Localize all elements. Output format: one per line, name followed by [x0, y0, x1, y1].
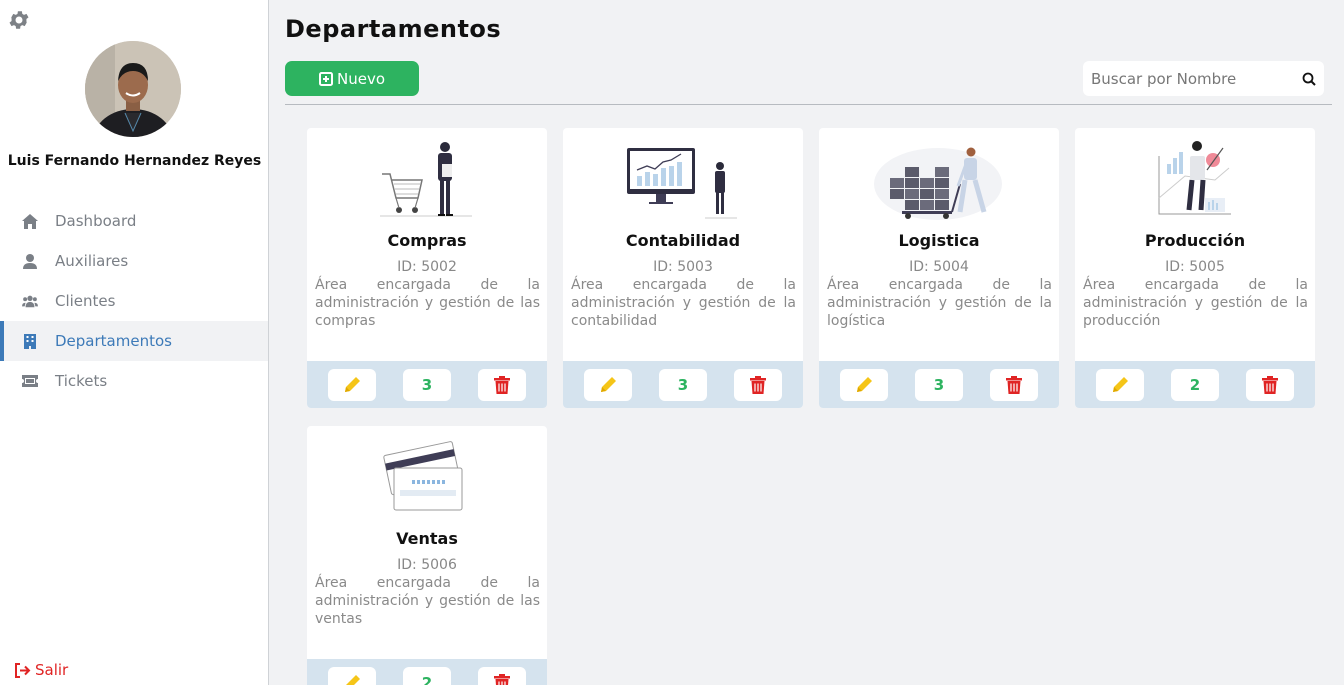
sidebar-item-clientes[interactable]: Clientes — [0, 281, 268, 321]
department-description: Área encargada de la administración y ge… — [315, 575, 540, 627]
department-id: ID: 5002 — [397, 259, 457, 275]
department-id: ID: 5005 — [1165, 259, 1225, 275]
sidebar-item-label: Clientes — [55, 292, 116, 310]
delete-button[interactable] — [733, 368, 782, 401]
search-box — [1083, 61, 1324, 96]
logout-button[interactable]: Salir — [14, 661, 68, 679]
new-department-button[interactable]: Nuevo — [285, 61, 419, 96]
pencil-icon — [857, 376, 873, 392]
auxiliary-count: 3 — [933, 375, 945, 394]
sidebar-item-departamentos[interactable]: Departamentos — [0, 321, 268, 361]
edit-button[interactable] — [328, 368, 377, 401]
auxiliary-count: 2 — [1189, 375, 1201, 394]
card-actions: 3 — [819, 361, 1059, 408]
sidebar-nav: Dashboard Auxiliares Clientes Departamen… — [0, 201, 268, 401]
search-input[interactable] — [1091, 69, 1302, 88]
department-card: Compras ID: 5002 Área encargada de la ad… — [307, 128, 547, 408]
edit-button[interactable] — [840, 368, 889, 401]
search-icon[interactable] — [1302, 72, 1316, 86]
card-actions: 2 — [1075, 361, 1315, 408]
new-button-label: Nuevo — [336, 69, 385, 88]
pencil-icon — [345, 376, 361, 392]
plus-square-icon — [318, 71, 333, 86]
edit-button[interactable] — [1096, 368, 1145, 401]
user-name: Luis Fernando Hernandez Reyes — [7, 153, 262, 169]
edit-button[interactable] — [328, 666, 377, 685]
users-icon — [22, 293, 38, 309]
department-id: ID: 5003 — [653, 259, 713, 275]
count-badge[interactable]: 3 — [658, 368, 707, 401]
count-badge[interactable]: 2 — [1170, 368, 1219, 401]
pencil-icon — [601, 376, 617, 392]
count-badge[interactable]: 3 — [914, 368, 963, 401]
department-title: Producción — [1144, 231, 1246, 250]
delete-button[interactable] — [1245, 368, 1294, 401]
department-card: Ventas ID: 5006 Área encargada de la adm… — [307, 426, 547, 685]
main-content: Departamentos Nuevo Compras — [269, 0, 1344, 685]
gear-icon[interactable] — [7, 8, 31, 32]
sidebar-item-label: Departamentos — [55, 332, 172, 350]
auxiliary-count: 2 — [421, 673, 433, 685]
auxiliary-count: 3 — [421, 375, 433, 394]
delete-button[interactable] — [989, 368, 1038, 401]
ticket-icon — [22, 373, 38, 389]
delete-button[interactable] — [477, 666, 526, 685]
department-description: Área encargada de la administración y ge… — [571, 277, 796, 329]
sidebar-item-label: Tickets — [55, 372, 108, 390]
pencil-icon — [346, 674, 361, 685]
analytics-illustration — [563, 136, 803, 220]
logistics-illustration — [819, 136, 1059, 220]
sidebar-item-dashboard[interactable]: Dashboard — [0, 201, 268, 241]
production-illustration — [1075, 136, 1315, 220]
sign-out-icon — [15, 662, 31, 678]
department-card: Contabilidad ID: 5003 Área encargada de … — [563, 128, 803, 408]
delete-button[interactable] — [477, 368, 526, 401]
logout-label: Salir — [35, 661, 69, 679]
department-description: Área encargada de la administración y ge… — [1083, 277, 1308, 329]
department-title: Ventas — [396, 529, 458, 548]
building-icon — [22, 333, 38, 349]
sidebar-item-label: Auxiliares — [55, 252, 129, 270]
sidebar-item-auxiliares[interactable]: Auxiliares — [0, 241, 268, 281]
credit-card-illustration — [307, 434, 547, 518]
card-actions: 3 — [563, 361, 803, 408]
sidebar-item-tickets[interactable]: Tickets — [0, 361, 268, 401]
home-icon — [22, 213, 38, 229]
trash-icon — [493, 673, 510, 685]
department-card: Producción ID: 5005 Área encargada de la… — [1075, 128, 1315, 408]
user-icon — [22, 253, 38, 269]
department-id: ID: 5006 — [397, 557, 457, 573]
sidebar: Luis Fernando Hernandez Reyes Dashboard … — [0, 0, 269, 685]
department-description: Área encargada de la administración y ge… — [827, 277, 1052, 329]
trash-icon — [493, 375, 510, 394]
department-card: Logistica ID: 5004 Área encargada de la … — [819, 128, 1059, 408]
avatar — [85, 41, 181, 137]
count-badge[interactable]: 3 — [402, 368, 451, 401]
trash-icon — [1261, 375, 1278, 394]
department-description: Área encargada de la administración y ge… — [315, 277, 540, 329]
department-title: Compras — [387, 231, 467, 250]
count-badge[interactable]: 2 — [402, 666, 451, 685]
card-actions: 2 — [307, 659, 547, 685]
department-title: Contabilidad — [625, 231, 741, 250]
shopping-cart-illustration — [307, 136, 547, 220]
trash-icon — [749, 375, 766, 394]
trash-icon — [1005, 375, 1022, 394]
divider — [285, 104, 1332, 105]
sidebar-item-label: Dashboard — [55, 212, 137, 230]
pencil-icon — [1113, 376, 1129, 392]
auxiliary-count: 3 — [677, 375, 689, 394]
department-id: ID: 5004 — [909, 259, 969, 275]
card-actions: 3 — [307, 361, 547, 408]
edit-button[interactable] — [584, 368, 633, 401]
department-title: Logistica — [898, 231, 980, 250]
page-title: Departamentos — [285, 15, 502, 43]
